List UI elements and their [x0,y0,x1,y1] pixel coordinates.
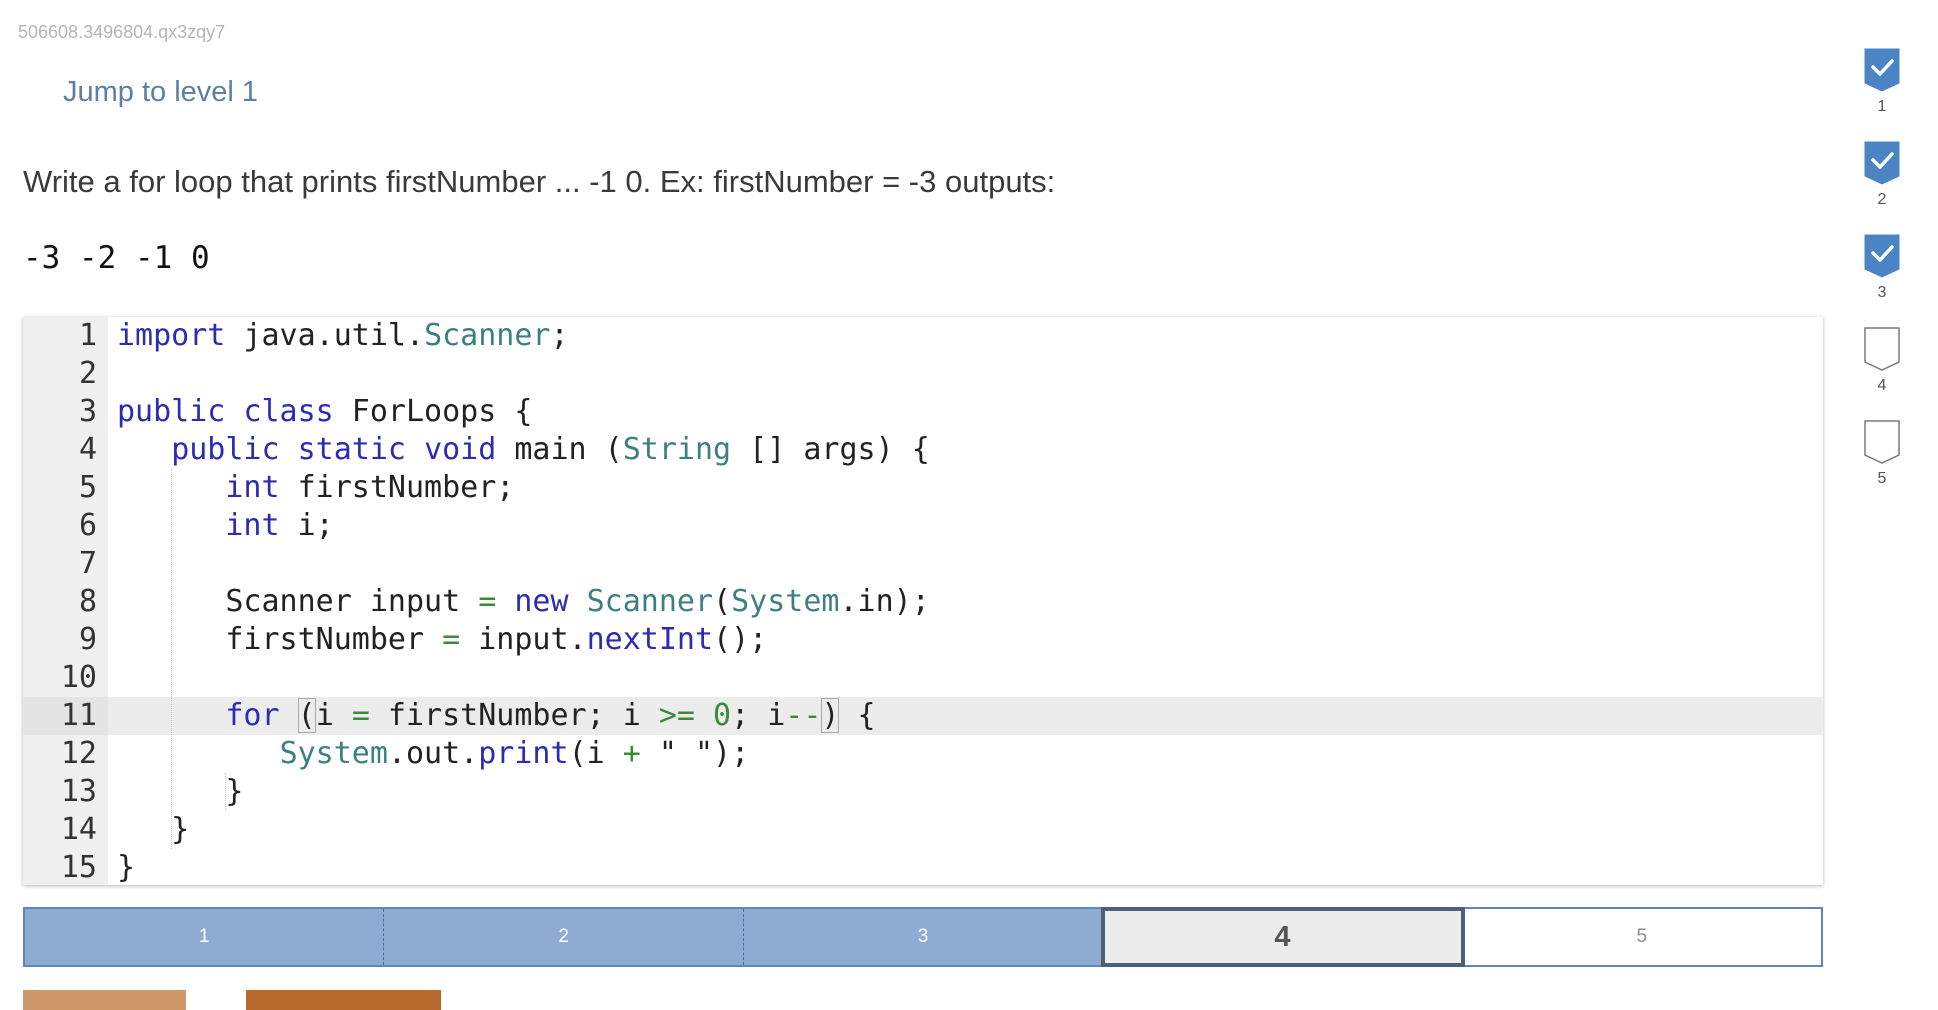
checked-badge-icon [1864,234,1900,278]
check-button[interactable] [23,990,186,1010]
level-segment-3[interactable]: 3 [743,909,1104,965]
line-number: 13 [60,774,97,809]
empty-badge-icon [1864,327,1900,371]
sidebar-level-number: 2 [1877,191,1887,208]
code-text[interactable]: Scanner input = new Scanner(System.in); [117,583,929,621]
code-line[interactable]: 5 int firstNumber; [23,469,1823,507]
line-number: 11 [23,697,108,735]
code-line[interactable]: 12 System.out.print(i + " "); [23,735,1823,773]
sidebar-level-5[interactable]: 5 [1864,420,1900,488]
code-text[interactable]: for (i = firstNumber; i >= 0; i--) { [117,697,876,735]
code-text[interactable]: firstNumber = input.nextInt(); [117,621,767,659]
code-editor[interactable]: 1 import java.util.Scanner; 2 3 public class… [23,317,1823,885]
code-line[interactable]: 6 int i; [23,507,1823,545]
code-line[interactable]: 7 [23,545,1823,583]
activity-id: 506608.3496804.qx3zqy7 [18,22,226,42]
line-number: 2 [78,356,97,391]
code-line[interactable]: 9 firstNumber = input.nextInt(); [23,621,1823,659]
code-line[interactable]: 14 } [23,811,1823,849]
code-text[interactable]: import java.util.Scanner; [117,317,569,355]
code-line[interactable]: 13 } [23,773,1823,811]
level-segment-5[interactable]: 5 [1462,909,1822,965]
next-button[interactable] [246,990,441,1010]
level-segment-2[interactable]: 2 [384,909,744,965]
sidebar-level-number: 3 [1877,284,1887,301]
level-progress-bar: 12345 [23,907,1823,967]
code-text[interactable]: int firstNumber; [117,469,514,507]
sidebar-level-3[interactable]: 3 [1864,234,1900,302]
level-segment-1[interactable]: 1 [25,909,385,965]
line-number: 5 [78,470,97,505]
code-line[interactable]: 10 [23,659,1823,697]
level-segment-4[interactable]: 4 [1101,907,1465,967]
sample-output: -3 -2 -1 0 [23,240,210,276]
code-line[interactable]: 11 for (i = firstNumber; i >= 0; i--) { [23,697,1823,735]
line-number: 6 [78,508,97,543]
code-text[interactable]: } [117,849,135,885]
line-number: 8 [78,584,97,619]
sidebar-level-2[interactable]: 2 [1864,141,1900,209]
line-number: 9 [78,622,97,657]
code-line[interactable]: 8 Scanner input = new Scanner(System.in)… [23,583,1823,621]
indent-guide [171,469,173,849]
code-line[interactable]: 3 public class ForLoops { [23,393,1823,431]
line-number: 12 [60,736,97,771]
line-number: 1 [78,318,97,353]
line-number: 15 [60,850,97,885]
jump-to-level-link[interactable]: Jump to level 1 [63,76,258,109]
code-text[interactable]: public class ForLoops { [117,393,532,431]
line-number: 7 [78,546,97,581]
code-text[interactable]: int i; [117,507,333,545]
checked-badge-icon [1864,48,1900,92]
empty-badge-icon [1864,420,1900,464]
sidebar-level-1[interactable]: 1 [1864,48,1900,116]
code-text[interactable]: public static void main (String [] args)… [117,431,930,469]
sidebar-level-4[interactable]: 4 [1864,327,1900,395]
indent-guide [225,773,227,811]
sidebar-level-number: 4 [1877,377,1887,394]
sidebar-level-number: 1 [1877,98,1887,115]
code-line[interactable]: 15} [23,849,1823,885]
code-text[interactable]: System.out.print(i + " "); [117,735,750,773]
code-text[interactable]: } [117,811,189,849]
line-number: 3 [78,394,97,429]
sidebar-level-number: 5 [1877,470,1887,487]
line-number: 14 [60,812,97,847]
code-line[interactable]: 1 import java.util.Scanner; [23,317,1823,355]
challenge-prompt: Write a for loop that prints firstNumber… [23,164,1056,199]
checked-badge-icon [1864,141,1900,185]
line-number: 10 [60,660,97,695]
code-line[interactable]: 4 public static void main (String [] arg… [23,431,1823,469]
line-number: 4 [78,432,97,467]
code-line[interactable]: 2 [23,355,1823,393]
